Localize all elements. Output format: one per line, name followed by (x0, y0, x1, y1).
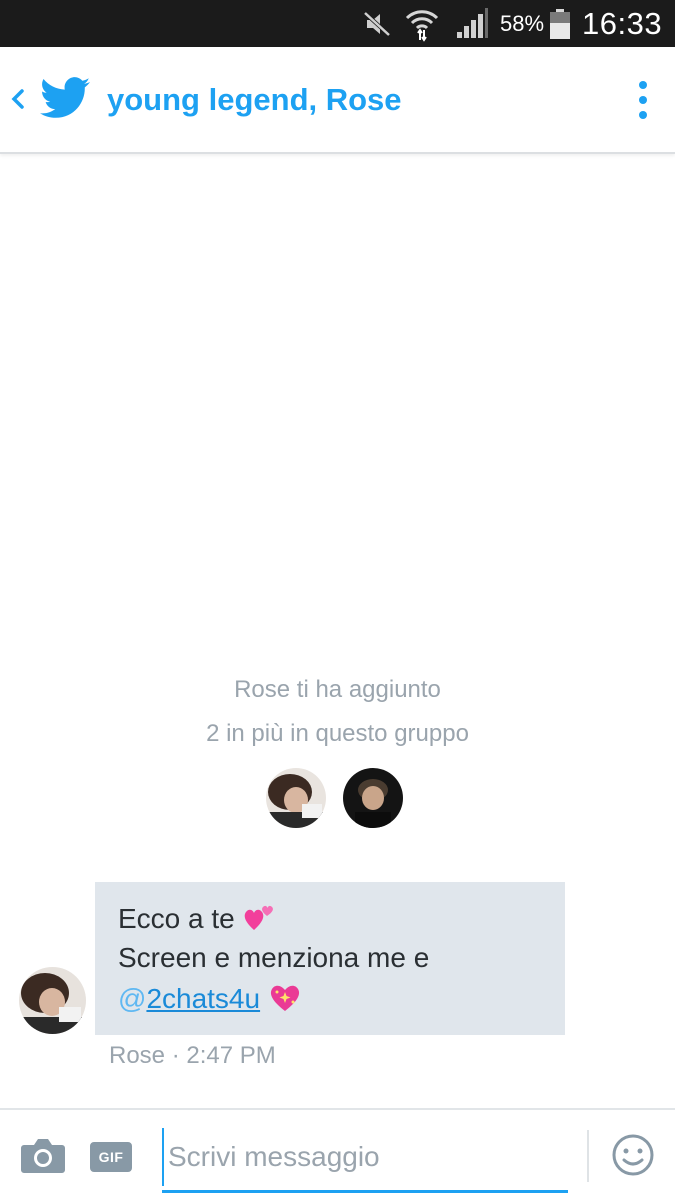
members-notice: 2 in più in questo gruppo (206, 720, 469, 747)
added-notice: Rose ti ha aggiunto (234, 676, 441, 703)
smiley-icon[interactable] (610, 1132, 656, 1178)
battery-percent: 58% (500, 11, 545, 36)
mention-link[interactable]: 2chats4u (146, 983, 260, 1014)
message-line: Ecco a te (118, 902, 275, 939)
camera-icon[interactable] (20, 1135, 66, 1175)
message-text: Ecco a te (118, 902, 235, 934)
meta-separator: · (165, 1042, 187, 1069)
sparkling-heart-emoji (268, 982, 302, 1019)
battery-icon (546, 0, 574, 47)
dm-conversation-screen: 58% 16:33 young legend, Rose Rose ti ha … (0, 0, 675, 1200)
message-input[interactable] (162, 1128, 568, 1186)
twitter-bird-icon (40, 77, 90, 124)
message-line: Screen e menziona me e (118, 942, 430, 973)
signal-icon (454, 0, 490, 47)
conversation-title[interactable]: young legend, Rose (107, 47, 402, 152)
two-hearts-emoji (243, 902, 275, 939)
app-header: young legend, Rose (0, 47, 675, 154)
mention-at-sign: @ (118, 982, 147, 1014)
mute-icon (360, 0, 394, 47)
back-button[interactable] (0, 47, 100, 152)
overflow-menu-icon[interactable] (622, 75, 664, 125)
status-bar: 58% 16:33 (0, 0, 675, 47)
compose-bar: GIF (0, 1108, 675, 1200)
message-meta: Rose · 2:47 PM (109, 1042, 276, 1070)
status-time: 16:33 (582, 6, 663, 41)
message-input-wrap (162, 1128, 568, 1193)
compose-divider (587, 1130, 589, 1182)
sender-name: Rose (109, 1042, 166, 1069)
member-avatar[interactable] (343, 768, 403, 828)
gif-button[interactable]: GIF (90, 1142, 132, 1172)
message-time: 2:47 PM (186, 1042, 276, 1069)
member-avatar[interactable] (266, 768, 326, 828)
message-bubble[interactable]: Ecco a te Screen e menziona me e @2chats… (95, 882, 565, 1035)
wifi-icon (402, 0, 442, 47)
message-line: @2chats4u (118, 982, 302, 1019)
back-chevron-icon (8, 85, 28, 118)
sender-avatar[interactable] (19, 967, 86, 1034)
